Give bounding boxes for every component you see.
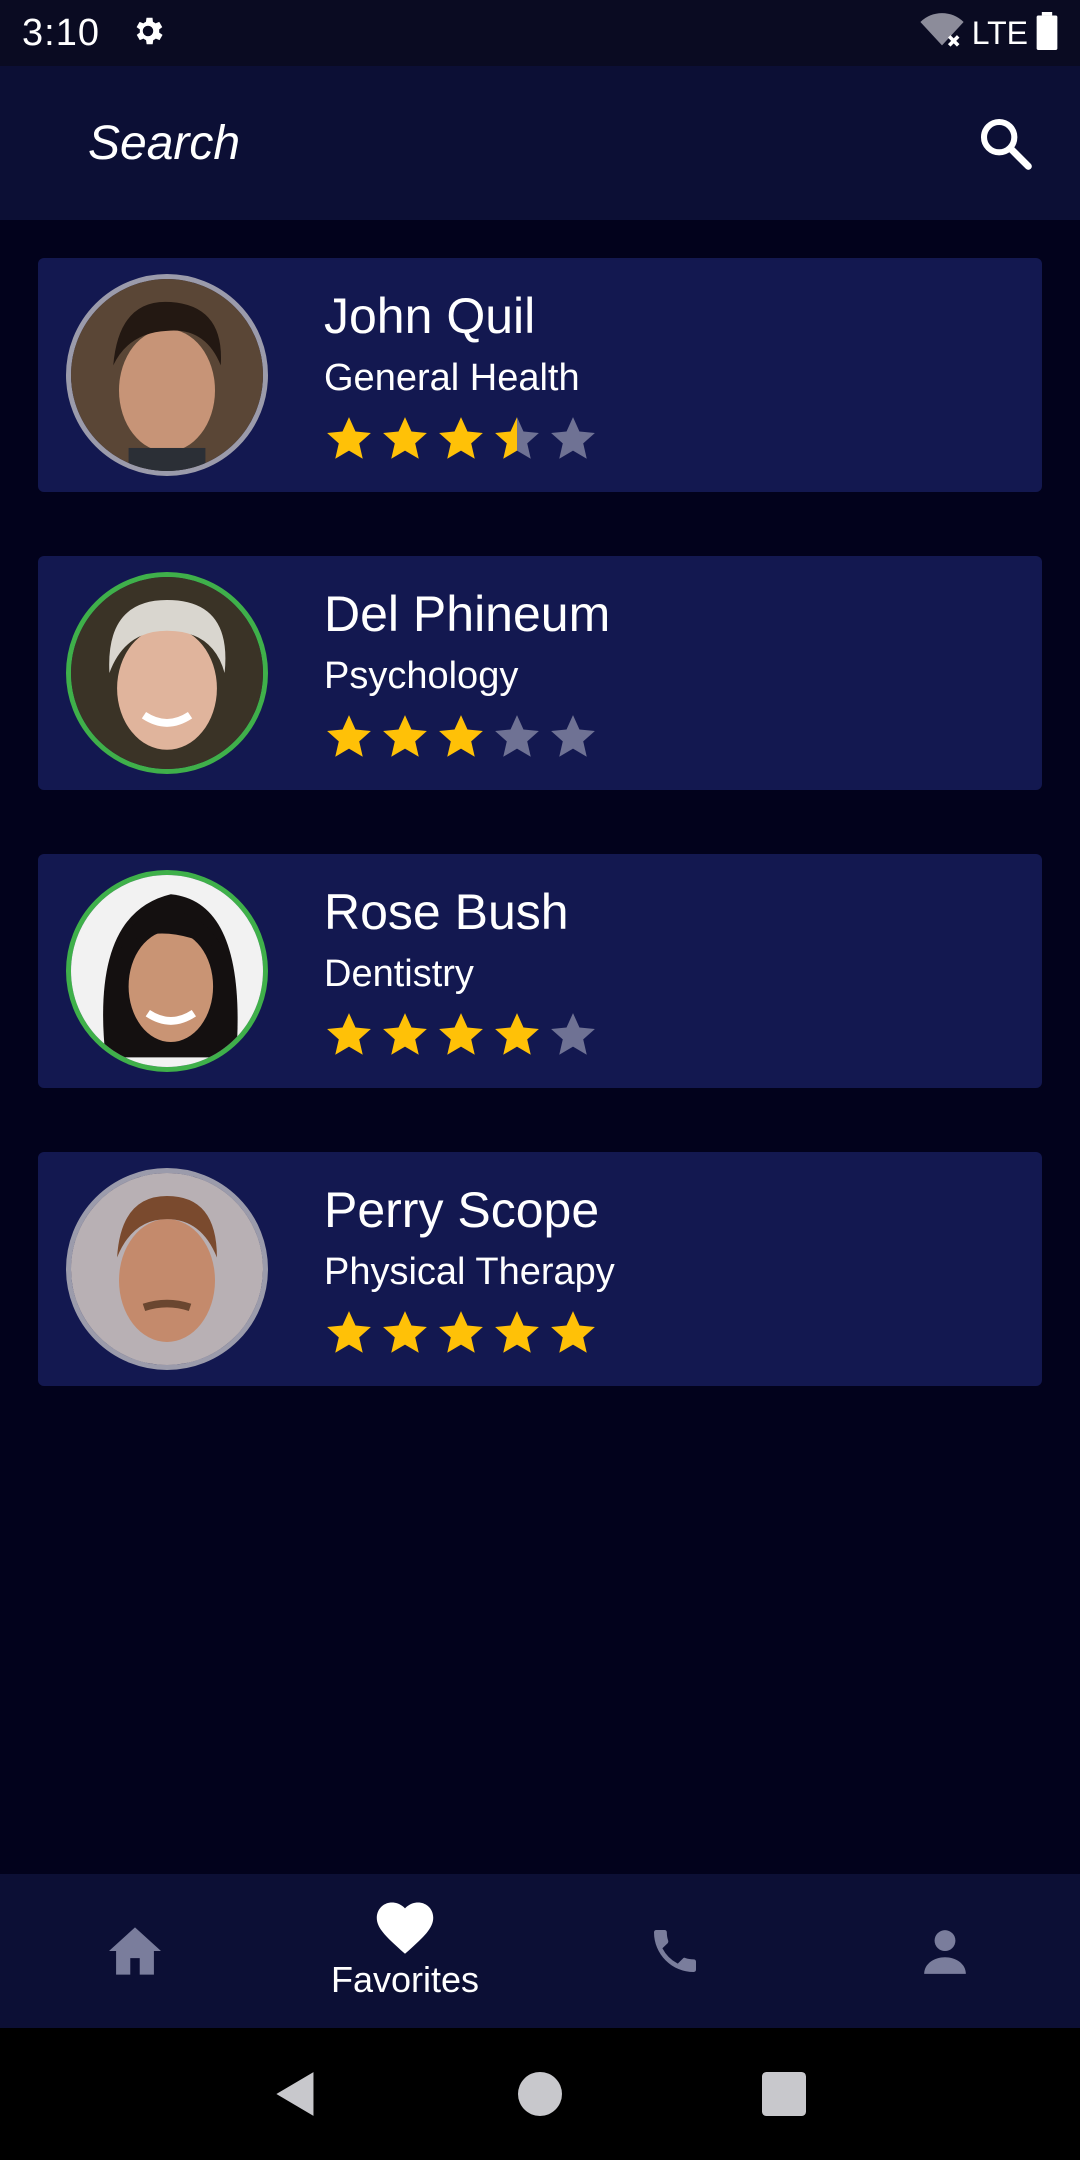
star-filled-icon <box>327 1013 371 1055</box>
doctor-specialty: Psychology <box>324 655 519 697</box>
search-bar <box>0 66 1080 220</box>
search-button[interactable] <box>970 108 1040 178</box>
star-filled-icon <box>383 1013 427 1055</box>
home-circle-icon[interactable] <box>518 2072 562 2116</box>
nav-phone[interactable] <box>540 1874 810 2028</box>
doctor-specialty: General Health <box>324 357 580 399</box>
star-filled-icon <box>383 417 427 459</box>
doctor-card[interactable]: Rose Bush Dentistry <box>38 854 1042 1088</box>
star-filled-icon <box>495 1311 539 1353</box>
bottom-nav: Favorites <box>0 1874 1080 2028</box>
star-filled-icon <box>327 417 371 459</box>
avatar <box>66 1168 268 1370</box>
star-filled-icon <box>551 1311 595 1353</box>
nav-favorites[interactable]: Favorites <box>270 1874 540 2028</box>
back-icon[interactable] <box>274 2070 318 2118</box>
star-filled-icon <box>495 1013 539 1055</box>
star-empty-icon <box>551 1013 595 1055</box>
star-filled-icon <box>383 715 427 757</box>
battery-icon <box>1036 11 1058 55</box>
star-filled-icon <box>383 1311 427 1353</box>
status-time: 3:10 <box>22 11 100 54</box>
star-filled-icon <box>327 1311 371 1353</box>
search-icon <box>980 118 1032 170</box>
star-filled-icon <box>327 715 371 757</box>
person-icon <box>924 1930 966 1974</box>
star-filled-icon <box>439 1311 483 1353</box>
star-half-icon <box>495 417 539 459</box>
doctor-card[interactable]: John Quil General Health <box>38 258 1042 492</box>
doctor-card[interactable]: Del Phineum Psychology <box>38 556 1042 790</box>
star-rating <box>324 414 598 464</box>
star-rating <box>324 1010 598 1060</box>
system-nav-bar <box>0 2028 1080 2160</box>
nav-label-favorites: Favorites <box>330 1959 480 2000</box>
nav-home[interactable] <box>0 1874 270 2028</box>
doctor-specialty: Dentistry <box>324 953 474 995</box>
doctor-list: John Quil General Health Del Phineum Psy… <box>38 258 1042 1450</box>
star-filled-icon <box>439 1013 483 1055</box>
phone-icon <box>654 1930 696 1972</box>
doctor-name: Rose Bush <box>324 884 569 940</box>
search-input[interactable] <box>88 115 788 171</box>
avatar <box>66 870 268 1072</box>
home-icon <box>109 1927 161 1975</box>
doctor-specialty: Physical Therapy <box>324 1251 615 1293</box>
star-filled-icon <box>439 715 483 757</box>
nav-profile[interactable] <box>810 1874 1080 2028</box>
star-empty-icon <box>495 715 539 757</box>
doctor-name: Perry Scope <box>324 1182 600 1238</box>
star-empty-icon <box>551 715 595 757</box>
network-type: LTE <box>971 14 1028 51</box>
wifi-off-icon <box>920 12 964 54</box>
gear-icon <box>130 13 166 54</box>
avatar <box>66 274 268 476</box>
doctor-name: Del Phineum <box>324 586 611 642</box>
star-rating <box>324 1308 615 1358</box>
doctor-card[interactable]: Perry Scope Physical Therapy <box>38 1152 1042 1386</box>
star-empty-icon <box>551 417 595 459</box>
status-bar: 3:10 LTE <box>0 0 1080 66</box>
doctor-name: John Quil <box>324 288 536 344</box>
heart-icon <box>376 1902 434 1954</box>
avatar <box>66 572 268 774</box>
star-filled-icon <box>439 417 483 459</box>
recents-icon[interactable] <box>762 2072 806 2116</box>
star-rating <box>324 712 610 762</box>
